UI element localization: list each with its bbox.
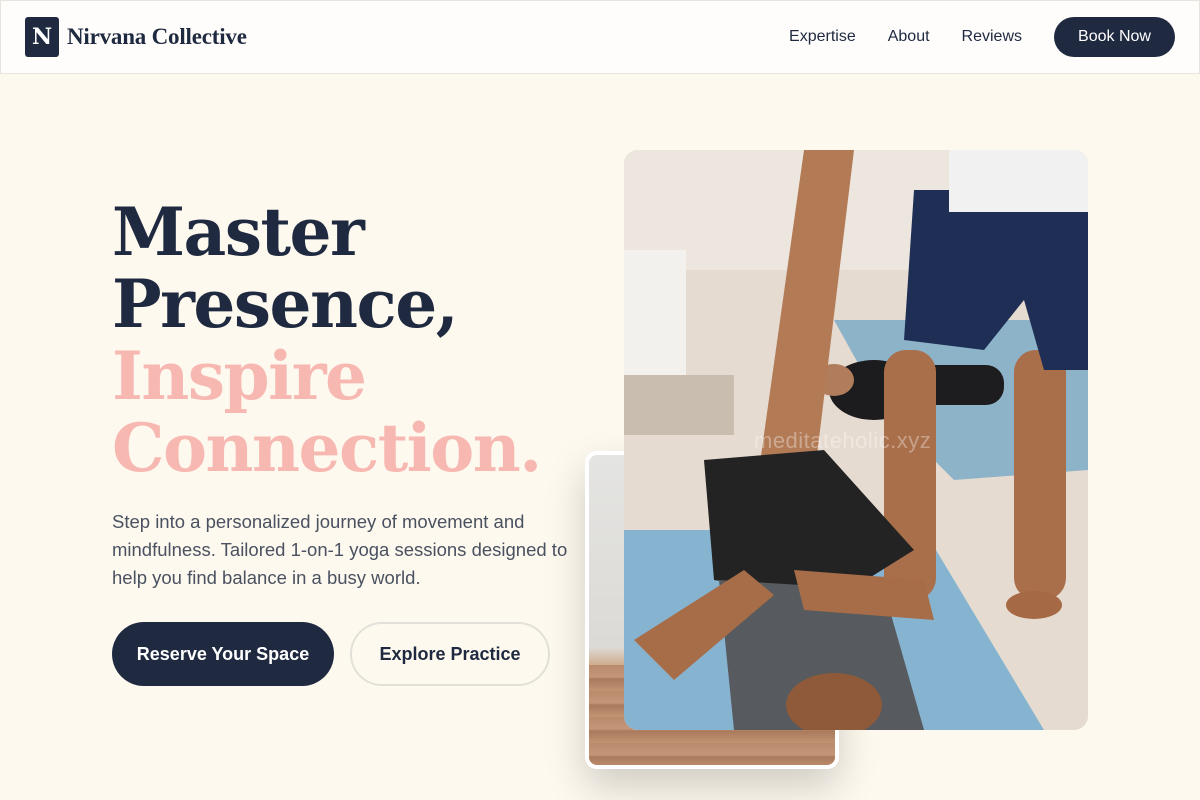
yoga-session-photo: meditateholic.xyz [624, 150, 1088, 730]
site-header: N Nirvana Collective Expertise About Rev… [0, 0, 1200, 74]
main-nav: Expertise About Reviews Book Now [789, 17, 1175, 57]
hero-title-accent-line: Connection. [112, 409, 542, 487]
nav-link-expertise[interactable]: Expertise [789, 28, 856, 46]
watermark: meditateholic.xyz [754, 428, 932, 453]
book-now-button[interactable]: Book Now [1054, 17, 1175, 57]
explore-practice-button[interactable]: Explore Practice [350, 622, 550, 686]
hero-title-line: Presence, [112, 265, 459, 343]
logo-mark[interactable]: N [25, 17, 59, 57]
nav-link-reviews[interactable]: Reviews [962, 28, 1022, 46]
brand-name[interactable]: Nirvana Collective [67, 24, 247, 50]
hero-subtitle: Step into a personalized journey of move… [112, 511, 568, 588]
reserve-space-button[interactable]: Reserve Your Space [112, 622, 334, 686]
nav-link-about[interactable]: About [888, 28, 930, 46]
hero-title-line: Master [112, 193, 365, 271]
hero-title: Master Presence, Inspire Connection. [112, 193, 542, 487]
hero-title-accent-line: Inspire [112, 337, 367, 415]
